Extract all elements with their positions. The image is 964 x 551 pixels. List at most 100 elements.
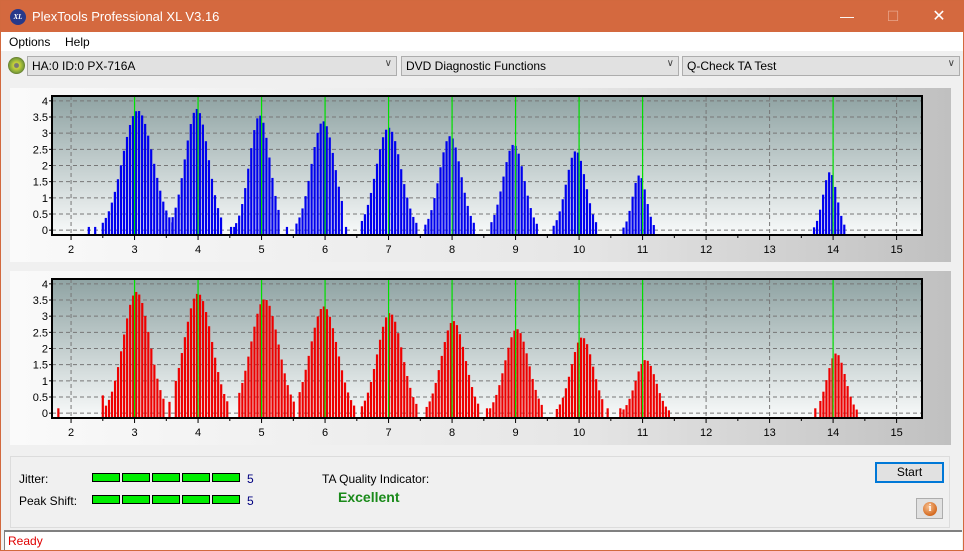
y-tick-label: 4 [42,96,48,108]
upper-chart-panel: 0 0.5 1 1.5 2 2.5 3 3.5 4 2 3 4 5 6 7 8 9 10 11 12 13 14 15 [10,88,951,262]
histogram-bar [573,352,577,418]
histogram-bar [476,403,480,418]
histogram-bar [652,225,655,235]
histogram-bar [116,179,120,235]
histogram-bar [439,167,442,235]
histogram-bar [156,177,159,235]
histogram-bar [457,161,460,235]
histogram-bar [814,408,817,418]
x-tick-label: 13 [763,427,775,439]
histogram-bar [505,162,508,235]
histogram-bar [174,380,177,418]
histogram-bar [156,378,159,418]
histogram-bar [469,215,472,235]
histogram-bar [129,304,132,418]
histogram-bar [325,126,328,235]
histogram-bar [113,191,116,235]
histogram-bar [470,387,474,418]
test-select[interactable]: Q-Check TA Test ∨ [682,56,960,76]
menu-options[interactable]: Options [9,35,50,49]
histogram-bar [532,217,535,235]
y-tick-label: 1.5 [33,177,48,189]
start-button[interactable]: Start [875,462,944,483]
histogram-bar [528,366,531,418]
histogram-bar [165,210,168,235]
histogram-bar [812,227,816,235]
histogram-bar [828,368,831,418]
histogram-bar [440,355,443,418]
histogram-bar [250,341,253,418]
histogram-bar [274,329,277,418]
x-tick-label: 2 [68,427,74,439]
status-bar: Ready [4,530,962,550]
histogram-bar [652,374,655,418]
histogram-bar [265,300,268,418]
histogram-bar [582,338,586,418]
histogram-bar [540,404,543,418]
histogram-bar [466,205,469,235]
histogram-bar [310,163,313,235]
histogram-bar [122,150,126,235]
histogram-bar [849,396,852,418]
histogram-bar [661,400,664,418]
histogram-bar [516,329,519,418]
y-tick-label: 3.5 [33,295,48,307]
histogram-bar [286,385,289,418]
histogram-bar [343,382,347,418]
histogram-bar [285,226,289,235]
histogram-bar [138,294,141,418]
histogram-bar [363,400,367,418]
histogram-bar [570,157,573,235]
test-select-value: Q-Check TA Test [687,59,777,73]
histogram-bar [446,330,449,418]
histogram-bar [192,298,196,418]
histogram-bar [489,408,492,418]
x-tick-label: 8 [449,427,455,439]
x-tick-label: 5 [258,427,264,439]
histogram-bar [334,170,337,235]
histogram-bar [384,129,388,235]
x-tick-label: 12 [700,244,712,256]
x-tick-label: 8 [449,244,455,256]
results-panel [10,456,950,528]
function-select[interactable]: DVD Diagnostic Functions ∨ [401,56,679,76]
meter-segment [182,473,210,482]
histogram-bar [292,401,295,418]
histogram-bar [628,398,631,418]
histogram-bar [819,400,822,418]
histogram-bar [412,397,415,418]
x-tick-label: 6 [322,244,328,256]
close-button[interactable]: ✕ [916,1,962,32]
histogram-bar [201,124,204,235]
histogram-bar [508,150,511,235]
histogram-bar [448,136,451,235]
histogram-bar [180,178,183,235]
drive-select[interactable]: HA:0 ID:0 PX-716A ∨ [27,56,397,76]
histogram-bar [360,406,363,418]
window-title: PlexTools Professional XL V3.16 [32,9,220,24]
histogram-bar [328,137,331,235]
histogram-bar [171,217,174,235]
histogram-bar [428,401,431,418]
maximize-button[interactable]: ☐ [870,1,916,32]
histogram-bar [268,305,271,418]
histogram-bar [107,211,110,235]
histogram-bar [220,384,223,418]
minimize-button[interactable]: — [824,1,870,32]
histogram-bar [625,221,628,235]
peak-shift-value: 5 [247,494,254,508]
histogram-bar [646,204,649,235]
histogram-bar [531,378,534,418]
info-button[interactable]: i [916,498,943,519]
histogram-bar [381,326,385,418]
jitter-label: Jitter: [19,472,49,486]
histogram-bar [226,401,229,418]
drive-select-value: HA:0 ID:0 PX-716A [32,59,136,73]
meter-segment [152,495,180,504]
y-tick-label: 4 [42,279,48,291]
histogram-bar [141,302,144,418]
histogram-bar [150,348,153,418]
histogram-bar [219,217,223,235]
histogram-bar [397,333,400,418]
menu-help[interactable]: Help [65,35,90,49]
